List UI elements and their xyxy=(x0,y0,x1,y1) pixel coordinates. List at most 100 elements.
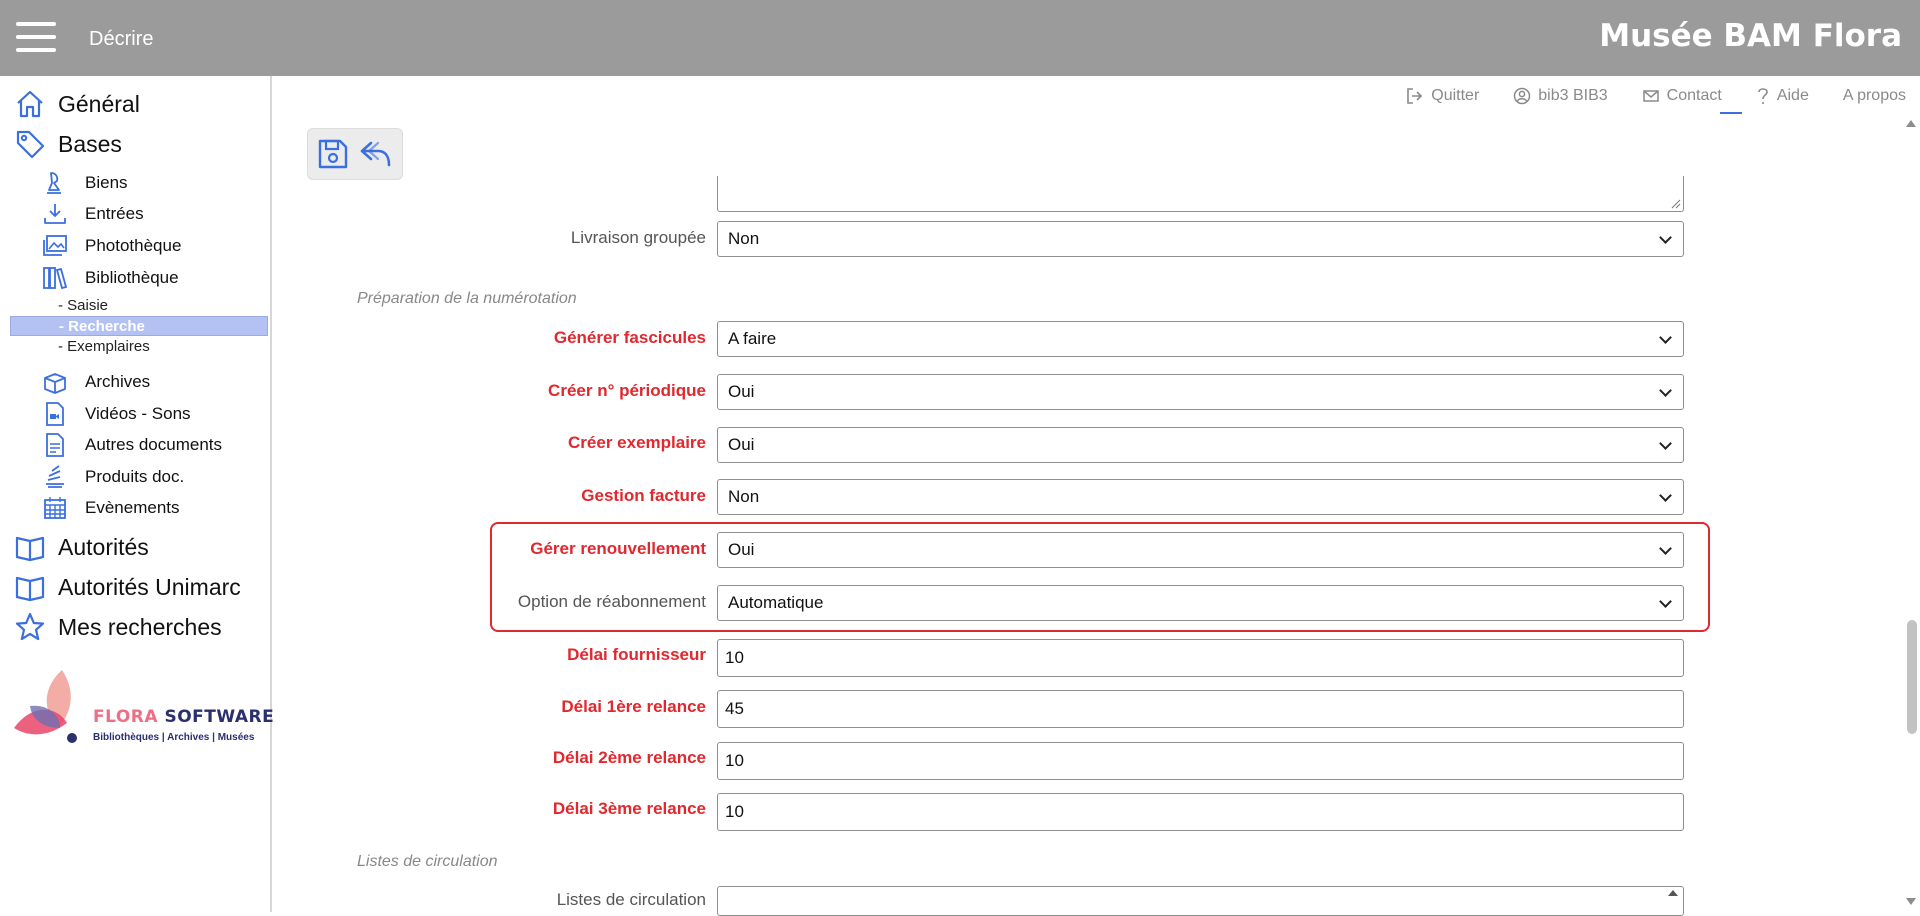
page-title: Décrire xyxy=(89,28,154,50)
chess-piece-icon xyxy=(47,172,61,194)
sidebar-item-label: Bibliothèque xyxy=(85,268,179,287)
sidebar-item-label: Vidéos - Sons xyxy=(85,404,191,423)
section-numerotation: Préparation de la numérotation xyxy=(357,290,577,307)
tag-icon xyxy=(16,130,45,159)
facture-label: Gestion facture xyxy=(581,486,706,505)
user-link[interactable]: bib3 BIB3 xyxy=(1513,87,1608,105)
toolbar xyxy=(307,128,403,180)
sidebar-item-videos[interactable]: Vidéos - Sons xyxy=(42,401,191,427)
scroll-up-arrow-icon[interactable] xyxy=(1667,889,1679,897)
mail-icon xyxy=(1642,90,1659,102)
sidebar-item-bases[interactable]: Bases xyxy=(14,128,122,160)
books-icon xyxy=(43,267,68,290)
help-label: Aide xyxy=(1776,87,1809,104)
calendar-icon xyxy=(44,497,66,519)
fascicules-select[interactable]: A faire xyxy=(717,321,1684,357)
open-book-icon xyxy=(15,536,45,562)
sidebar-item-evenements[interactable]: Evènements xyxy=(42,495,180,521)
user-label: bib3 BIB3 xyxy=(1538,87,1608,104)
about-link[interactable]: A propos xyxy=(1843,87,1906,105)
sidebar-item-saisie[interactable]: - Saisie xyxy=(10,296,268,316)
quit-label: Quitter xyxy=(1431,87,1480,104)
sidebar-item-label: Biens xyxy=(85,173,128,192)
relance3-value: 10 xyxy=(725,802,744,821)
stack-icon xyxy=(46,465,64,488)
sidebar-item-autorites[interactable]: Autorités xyxy=(14,531,149,563)
sidebar-item-label: Produits doc. xyxy=(85,467,185,486)
sidebar-item-general[interactable]: Général xyxy=(14,88,140,120)
document-icon xyxy=(46,433,64,457)
sidebar-item-label: Mes recherches xyxy=(58,613,222,640)
sidebar-item-autorites-unimarc[interactable]: Autorités Unimarc xyxy=(14,571,241,603)
relance2-input[interactable]: 10 xyxy=(717,742,1684,780)
sidebar-item-label: Bases xyxy=(58,130,122,157)
fascicules-value: A faire xyxy=(728,329,777,348)
relance2-label: Délai 2ème relance xyxy=(552,748,706,767)
periodique-select[interactable]: Oui xyxy=(717,374,1684,410)
sidebar-item-label: Evènements xyxy=(85,498,180,517)
periodique-value: Oui xyxy=(728,382,755,401)
sidebar-item-phototheque[interactable]: Photothèque xyxy=(42,233,181,259)
circulation-label: Listes de circulation xyxy=(556,890,706,909)
sidebar-item-label: Entrées xyxy=(85,204,144,223)
periodique-label: Créer n° périodique xyxy=(548,381,706,400)
page-scrollbar[interactable] xyxy=(1902,116,1920,912)
quit-link[interactable]: Quitter xyxy=(1406,87,1479,105)
sidebar-item-recherche[interactable]: - Recherche xyxy=(10,316,268,336)
notes-textarea[interactable] xyxy=(717,176,1684,212)
exemplaire-select[interactable]: Oui xyxy=(717,427,1684,463)
sidebar-item-biens[interactable]: Biens xyxy=(42,170,128,196)
menu-icon[interactable] xyxy=(16,22,56,54)
facture-value: Non xyxy=(728,487,760,506)
user-icon xyxy=(1514,87,1531,105)
section-circulation: Listes de circulation xyxy=(357,853,498,870)
contact-link[interactable]: Contact xyxy=(1642,87,1742,114)
logo-wordmark: FLORA SOFTWARE xyxy=(93,707,275,727)
fournisseur-input[interactable]: 10 xyxy=(717,639,1684,677)
sidebar-item-mes-recherches[interactable]: Mes recherches xyxy=(14,611,222,643)
top-bar: Décrire Musée BAM Flora xyxy=(0,0,1920,76)
renouvellement-value: Oui xyxy=(728,540,755,559)
star-icon xyxy=(15,612,45,641)
sidebar-item-produits-doc[interactable]: Produits doc. xyxy=(42,464,184,490)
undo-icon[interactable] xyxy=(358,137,392,171)
scroll-down-icon[interactable] xyxy=(1906,898,1916,905)
sidebar-item-autres-documents[interactable]: Autres documents xyxy=(42,432,222,458)
relance1-input[interactable]: 45 xyxy=(717,690,1684,728)
renouvellement-select[interactable]: Oui xyxy=(717,532,1684,568)
relance3-input[interactable]: 10 xyxy=(717,793,1684,831)
sidebar-item-exemplaires[interactable]: - Exemplaires xyxy=(10,337,268,357)
livraison-label: Livraison groupée xyxy=(570,228,706,247)
fournisseur-label: Délai fournisseur xyxy=(567,645,706,664)
resize-handle-icon[interactable] xyxy=(1671,199,1681,209)
sidebar-item-bibliotheque[interactable]: Bibliothèque xyxy=(42,265,179,291)
sidebar-item-archives[interactable]: Archives xyxy=(42,369,150,395)
question-mark-icon xyxy=(1758,88,1768,104)
livraison-select[interactable]: Non xyxy=(717,221,1684,257)
save-icon[interactable] xyxy=(316,137,350,171)
sidebar-item-label: Photothèque xyxy=(85,236,182,255)
reabonnement-select[interactable]: Automatique xyxy=(717,585,1684,621)
sidebar-item-entrees[interactable]: Entrées xyxy=(42,201,144,227)
livraison-value: Non xyxy=(728,229,760,248)
reabonnement-value: Automatique xyxy=(728,593,824,612)
sidebar-item-label: Autorités Unimarc xyxy=(58,573,241,600)
scrollbar-thumb[interactable] xyxy=(1907,620,1917,734)
reabonnement-label: Option de réabonnement xyxy=(517,592,706,611)
renouvellement-label: Gérer renouvellement xyxy=(530,539,706,558)
relance3-label: Délai 3ème relance xyxy=(552,799,706,818)
scroll-up-icon[interactable] xyxy=(1906,120,1916,127)
logout-icon xyxy=(1407,88,1423,104)
image-icon xyxy=(43,235,67,256)
help-link[interactable]: Aide xyxy=(1756,86,1809,106)
relance2-value: 10 xyxy=(725,751,744,770)
about-label: A propos xyxy=(1842,87,1906,104)
contact-underline xyxy=(1719,112,1742,114)
relance1-value: 45 xyxy=(725,699,744,718)
video-file-icon xyxy=(46,402,64,426)
exemplaire-value: Oui xyxy=(728,435,755,454)
logo-tagline: Bibliothèques | Archives | Musées xyxy=(93,732,255,743)
open-book-icon xyxy=(15,576,45,602)
facture-select[interactable]: Non xyxy=(717,479,1684,515)
fournisseur-value: 10 xyxy=(725,648,744,667)
